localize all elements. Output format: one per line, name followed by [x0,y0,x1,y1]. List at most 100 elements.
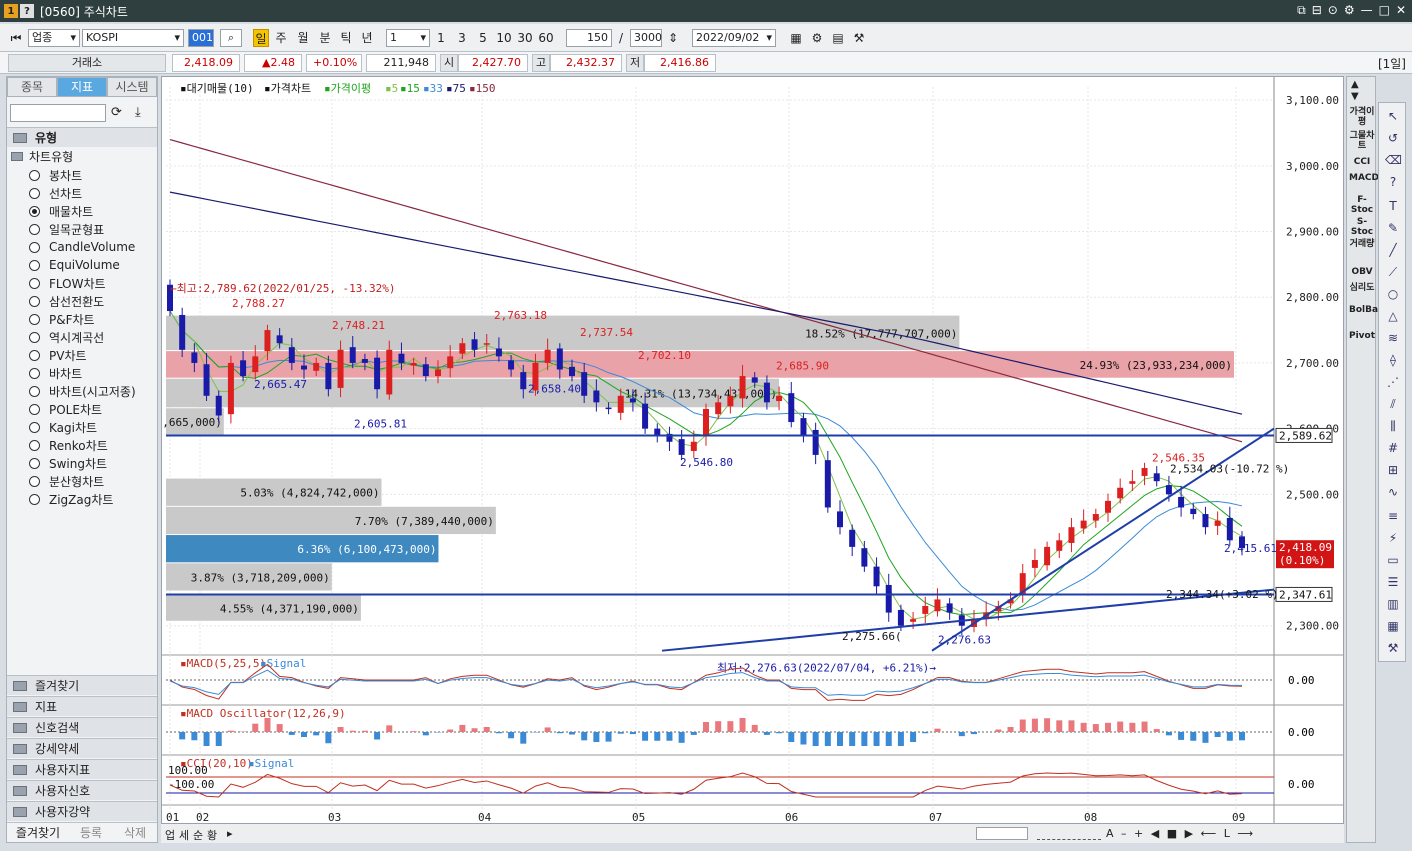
help-icon[interactable]: ? [1385,175,1401,189]
triangle-icon[interactable]: △ [1385,309,1401,323]
close-icon[interactable]: ✕ [1396,3,1406,18]
radio-button[interactable] [29,277,40,289]
chart-type-option[interactable]: 일목균형표 [29,220,104,238]
gann-icon[interactable]: ⟠ [1385,353,1401,367]
chart-type-option[interactable]: FLOW차트 [29,274,106,292]
download-icon[interactable]: ⤓ [135,105,141,120]
chart-type-option[interactable]: 선차트 [29,184,82,202]
radio-button[interactable] [29,169,40,181]
undo-icon[interactable]: ↺ [1385,131,1401,145]
chart-type-option[interactable]: EquiVolume [29,256,120,274]
interval-30[interactable]: 30 [516,29,534,47]
pen-icon[interactable]: ✎ [1385,221,1401,235]
period-month[interactable]: 월 [295,29,311,47]
section-signal-search[interactable]: 신호검색 [7,717,157,737]
tool-pivot[interactable]: Pivot [1349,331,1375,341]
tab-stocks[interactable]: 종목 [7,77,57,97]
line-icon[interactable]: ╱ [1385,243,1401,257]
tool-fast-stoc[interactable]: F-Stoc [1349,195,1375,215]
adjust-icon[interactable]: ⇕ [665,29,681,47]
chart-type-option[interactable]: Kagi차트 [29,418,97,436]
help-badge[interactable]: ? [20,4,34,18]
text-icon[interactable]: T [1385,199,1401,213]
radio-button[interactable] [29,259,40,271]
chart-type-option[interactable]: 매물차트 [29,202,93,220]
radio-button[interactable] [29,331,40,343]
list-icon[interactable]: ☰ [1385,575,1401,589]
tool-volume[interactable]: 거래량 [1349,239,1375,249]
maximize-icon[interactable]: □ [1379,3,1390,18]
fan-icon[interactable]: ⋰ [1385,375,1401,389]
eraser-icon[interactable]: ⌫ [1385,153,1402,167]
interval-10[interactable]: 10 [495,29,513,47]
chart-type-option[interactable]: 역시계곡선 [29,328,104,346]
fibonacci-icon[interactable]: ⫼ [1385,419,1401,433]
section-favorites[interactable]: 즐겨찾기 [7,675,157,695]
tab-system[interactable]: 시스템 [107,77,157,97]
radio-button[interactable] [29,385,40,397]
radio-button[interactable] [29,403,40,415]
symbol-select[interactable]: KOSPI ▾ [82,29,184,47]
radio-button[interactable] [29,457,40,469]
interval-60[interactable]: 60 [537,29,555,47]
radio-button[interactable] [29,439,40,451]
tool-bollinger[interactable]: BolBand [1349,305,1391,315]
period-tick[interactable]: 틱 [338,29,354,47]
radio-button[interactable] [29,349,40,361]
refresh-icon[interactable]: ⟳ [111,105,122,120]
indicator-search-input[interactable] [10,104,106,122]
tile-icon[interactable]: ⊟ [1312,3,1322,18]
auto-icon[interactable]: ⚡ [1385,531,1401,545]
tab-upjong[interactable]: 업 [165,827,175,843]
radio-button[interactable] [29,223,40,235]
chart-type-option[interactable]: 봉차트 [29,166,82,184]
wave-icon[interactable]: ∿ [1385,485,1401,499]
chart-type-option[interactable]: 분산형차트 [29,472,104,490]
radio-button[interactable] [29,313,40,325]
zoom-slider[interactable] [1037,827,1101,840]
settings-icon[interactable]: ⚙ [1344,3,1355,18]
search-icon[interactable]: ⌕ [220,29,242,47]
align-icon[interactable]: ≡ [1385,509,1401,523]
scroll-up-icon[interactable]: ▲ [1351,79,1359,90]
tool-cci[interactable]: CCI [1349,157,1375,167]
chart-save-icon[interactable]: ▦ [788,29,804,47]
section-type[interactable]: 유형 [7,127,157,147]
chart-type-option[interactable]: 바차트 [29,364,82,382]
radio-button[interactable] [29,187,40,199]
radio-button[interactable] [29,493,40,505]
tool-psychology[interactable]: 심리도 [1349,283,1375,293]
first-icon[interactable]: ⏮ [8,29,24,47]
section-user-indicators[interactable]: 사용자지표 [7,759,157,779]
link-icon[interactable]: ⧉ [1297,3,1306,18]
tree-root[interactable]: 차트유형 [11,148,73,165]
chart-type-option[interactable]: POLE차트 [29,400,102,418]
radio-button[interactable] [29,241,40,253]
radio-button[interactable] [29,367,40,379]
capture-icon[interactable]: ⊙ [1328,3,1338,18]
section-user-strength[interactable]: 사용자강약 [7,801,157,821]
chart-canvas[interactable]: 3,100.00 3,000.00 2,900.00 2,800.00 2,700.00… [162,77,1343,824]
interval-1[interactable]: 1 [434,29,448,47]
tool-net-chart[interactable]: 그물차트 [1349,131,1375,151]
interval-5[interactable]: 5 [476,29,490,47]
radio-button[interactable] [29,475,40,487]
zigzag-icon[interactable]: ≋ [1385,331,1401,345]
section-strength[interactable]: 강세약세 [7,738,157,758]
date-select[interactable]: 2022/09/02 ▾ [692,29,776,47]
chart-type-option[interactable]: PV차트 [29,346,87,364]
interval-3[interactable]: 3 [455,29,469,47]
radio-button[interactable] [29,205,40,217]
section-user-signals[interactable]: 사용자신호 [7,780,157,800]
period-year[interactable]: 년 [359,29,375,47]
print-icon[interactable]: ▤ [830,29,846,47]
chart-type-option[interactable]: CandleVolume [29,238,135,256]
period-week[interactable]: 주 [273,29,289,47]
tab-hwang[interactable]: 황 [207,827,217,843]
chart-type-option[interactable]: 삼선전환도 [29,292,104,310]
chart-area[interactable]: 3,100.00 3,000.00 2,900.00 2,800.00 2,700.00… [161,76,1344,843]
table-icon[interactable]: ▦ [1385,619,1401,633]
chart-type-option[interactable]: 바차트(시고저종) [29,382,136,400]
scroll-right-icon[interactable]: ▸ [227,827,233,840]
radio-button[interactable] [29,295,40,307]
